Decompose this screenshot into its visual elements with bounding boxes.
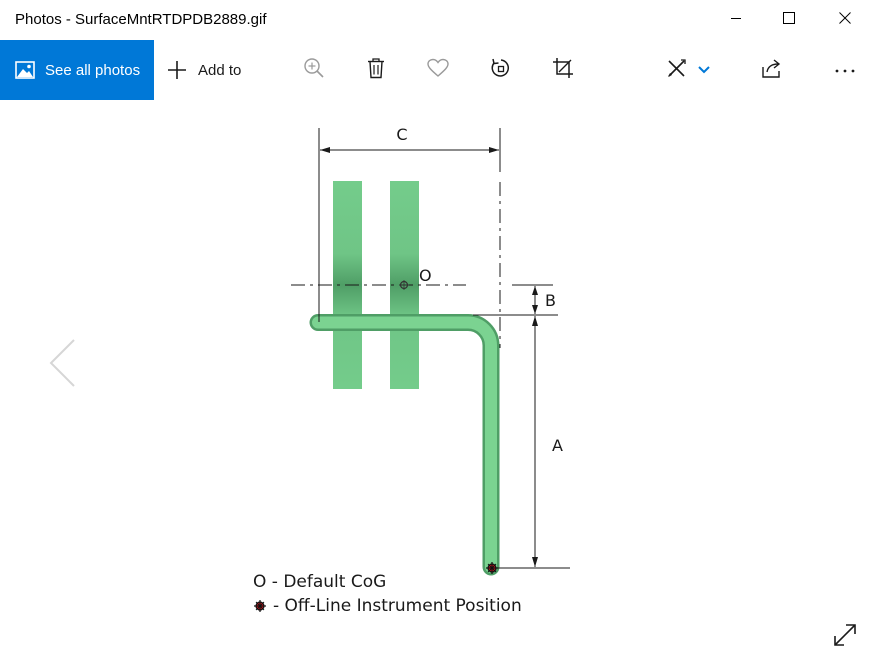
plus-icon (166, 59, 188, 81)
dimension-b-arrow-bottom (532, 305, 538, 314)
dimension-a-arrow-top (532, 316, 538, 326)
photo-canvas: C O B A O - Default CoG - Off-Line Instr… (0, 100, 875, 664)
chevron-left-icon (48, 339, 78, 392)
previous-photo-button[interactable] (48, 338, 78, 393)
favorite-button[interactable] (426, 58, 450, 82)
crop-icon (552, 57, 574, 84)
minimize-button[interactable] (713, 0, 759, 40)
minimize-icon (730, 11, 742, 29)
instrument-diagram: C O B A O - Default CoG - Off-Line Instr… (253, 125, 570, 616)
dimension-a-arrow-bottom (532, 557, 538, 567)
dimension-c-arrow-right (489, 147, 499, 153)
edit-create-button[interactable] (666, 58, 716, 82)
window-title: Photos - SurfaceMntRTDPDB2889.gif (15, 11, 267, 28)
close-button[interactable] (822, 0, 868, 40)
close-icon (839, 11, 851, 29)
more-options-button[interactable] (833, 58, 857, 82)
delete-button[interactable] (364, 57, 388, 84)
edit-icon (666, 57, 688, 84)
legend-instrument-marker (254, 600, 266, 612)
crop-button[interactable] (551, 57, 575, 84)
share-icon (761, 57, 783, 84)
see-all-photos-button[interactable]: See all photos (0, 40, 154, 100)
maximize-icon (783, 11, 795, 29)
dimension-b-arrow-top (532, 286, 538, 295)
delete-icon (366, 57, 386, 84)
favorite-icon (427, 58, 449, 83)
add-to-label: Add to (198, 61, 242, 79)
dimension-c-label: C (396, 125, 407, 144)
see-all-photos-label: See all photos (45, 61, 141, 79)
legend-default-cog: O - Default CoG (253, 572, 386, 592)
dimension-a-label: A (552, 436, 563, 455)
zoom-in-icon (303, 57, 325, 84)
more-icon (834, 61, 856, 79)
chevron-down-icon (698, 65, 710, 75)
rotate-icon (489, 57, 511, 84)
rotate-button[interactable] (488, 58, 512, 82)
legend-instrument-position: - Off-Line Instrument Position (273, 596, 522, 616)
cog-label: O (419, 266, 432, 285)
photo-gallery-icon (15, 61, 35, 79)
full-screen-button[interactable] (831, 621, 859, 654)
dimension-c-arrow-left (320, 147, 330, 153)
maximize-button[interactable] (766, 0, 812, 40)
add-to-button[interactable]: Add to (166, 40, 241, 100)
title-bar: Photos - SurfaceMntRTDPDB2889.gif (0, 0, 875, 40)
share-button[interactable] (760, 58, 784, 82)
expand-icon (831, 624, 859, 653)
dimension-b-label: B (545, 291, 556, 310)
toolbar: See all photos Add to (0, 40, 875, 100)
zoom-in-button[interactable] (302, 57, 326, 84)
